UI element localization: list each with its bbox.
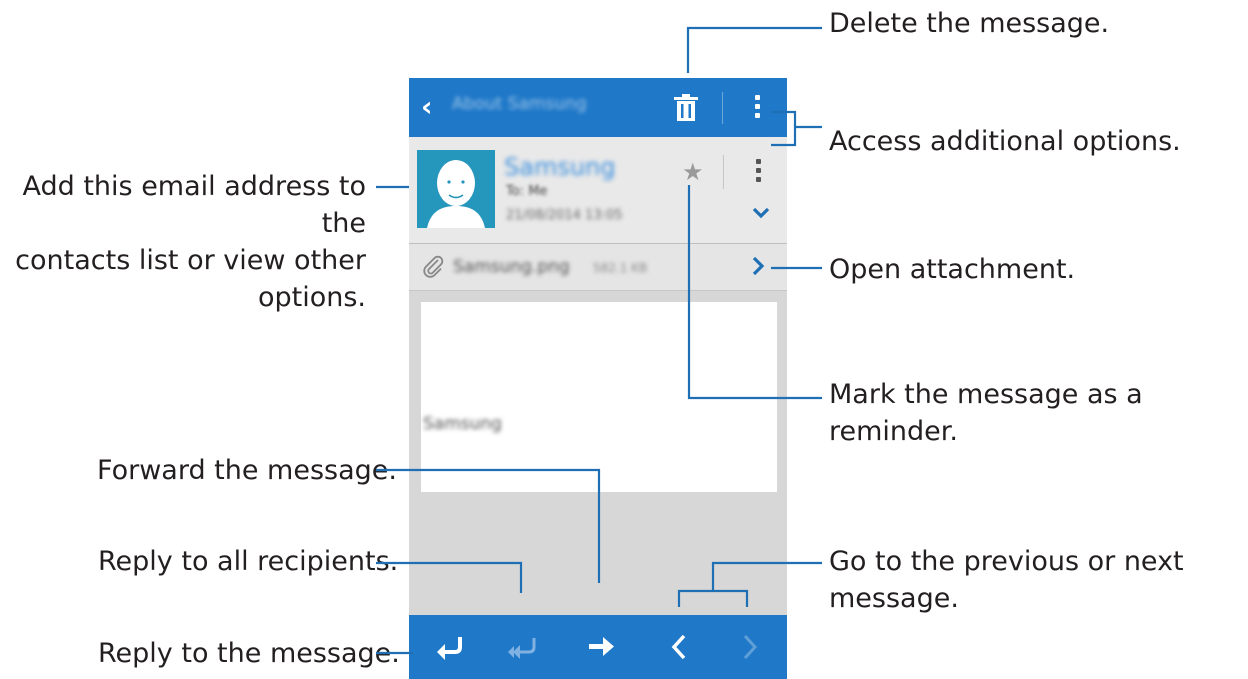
star-icon[interactable]: ★: [682, 160, 704, 184]
more-options-icon[interactable]: [751, 92, 763, 126]
callout-delete: Delete the message.: [829, 8, 1110, 39]
top-action-bar: ‹ About Samsung: [409, 78, 787, 137]
callout-contact-line-2: contacts list or view other: [15, 245, 366, 276]
back-icon[interactable]: ‹: [421, 92, 433, 122]
callout-prev-next-line-1: Go to the previous or next: [829, 546, 1184, 577]
message-date: 21/08/2014 13:05: [506, 208, 623, 223]
next-icon[interactable]: [732, 630, 766, 664]
forward-icon[interactable]: [584, 630, 618, 664]
reply-icon[interactable]: [432, 630, 466, 664]
callout-contact: Add this email address to the contacts l…: [0, 168, 366, 316]
callout-reply: Reply to the message.: [98, 638, 400, 669]
attachment-size: 582.1 KB: [593, 261, 648, 275]
callout-reminder: Mark the message as a reminder.: [829, 379, 1143, 447]
callout-contact-line-1: Add this email address to the: [22, 171, 366, 239]
chevron-down-icon[interactable]: [751, 206, 771, 220]
recipient-line: To: Me: [506, 184, 548, 199]
callout-more-options: Access additional options.: [829, 126, 1181, 157]
message-body-text: Samsung: [423, 414, 502, 434]
callout-forward: Forward the message.: [97, 455, 397, 486]
paperclip-icon: [423, 255, 444, 278]
contact-avatar[interactable]: [417, 150, 495, 228]
message-body-card: [421, 302, 777, 492]
phone-screen: ‹ About Samsung Samsung To: Me 21/08/201…: [409, 78, 787, 679]
callout-prev-next: Go to the previous or next message.: [829, 543, 1184, 617]
reply-all-icon[interactable]: [505, 630, 539, 664]
callout-reply-all: Reply to all recipients.: [98, 546, 399, 577]
callout-contact-line-3: options.: [257, 282, 366, 313]
header-divider: [723, 155, 724, 189]
contact-options-icon[interactable]: [752, 156, 764, 190]
attachment-name: Samsung.png: [453, 257, 570, 277]
trash-icon[interactable]: [671, 92, 701, 124]
toolbar-divider: [722, 92, 723, 124]
callout-open-attachment: Open attachment.: [829, 254, 1076, 285]
callout-prev-next-line-2: message.: [829, 583, 959, 614]
chevron-right-icon[interactable]: [750, 254, 766, 278]
sender-name[interactable]: Samsung: [504, 153, 615, 181]
folder-title: About Samsung: [452, 94, 587, 114]
previous-icon[interactable]: [663, 630, 697, 664]
